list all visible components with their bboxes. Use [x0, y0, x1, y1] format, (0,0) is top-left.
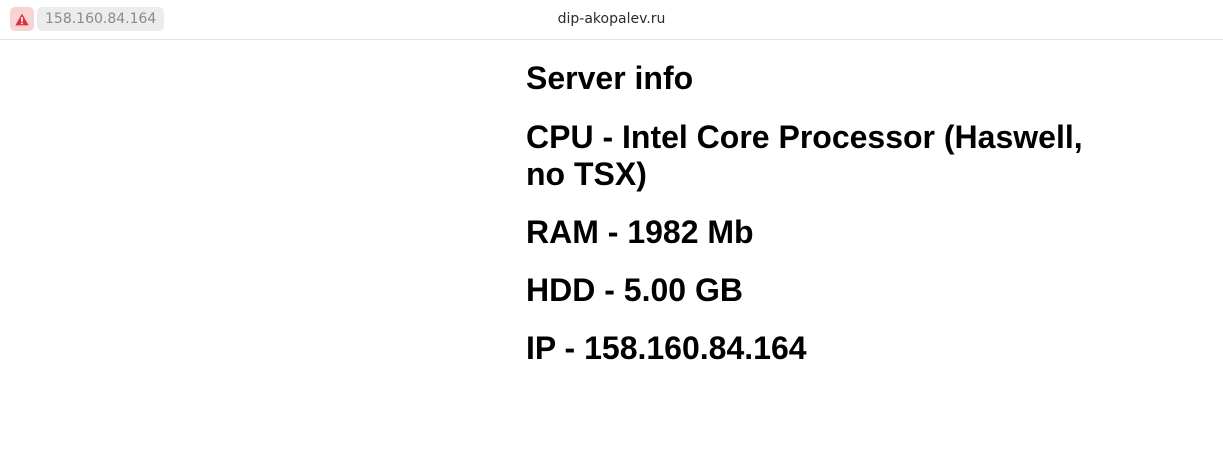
page-content: Server info CPU - Intel Core Processor (…: [526, 40, 1106, 367]
page-heading: Server info: [526, 60, 694, 96]
browser-top-bar: 158.160.84.164 dip-akopalev.ru: [0, 0, 1223, 40]
ram-info: RAM - 1982 Mb: [526, 214, 754, 250]
ip-info: IP - 158.160.84.164: [526, 330, 807, 366]
hdd-info: HDD - 5.00 GB: [526, 272, 743, 308]
cpu-info: CPU - Intel Core Processor (Haswell, no …: [526, 119, 1083, 192]
page-title-label: dip-akopalev.ru: [557, 11, 666, 27]
